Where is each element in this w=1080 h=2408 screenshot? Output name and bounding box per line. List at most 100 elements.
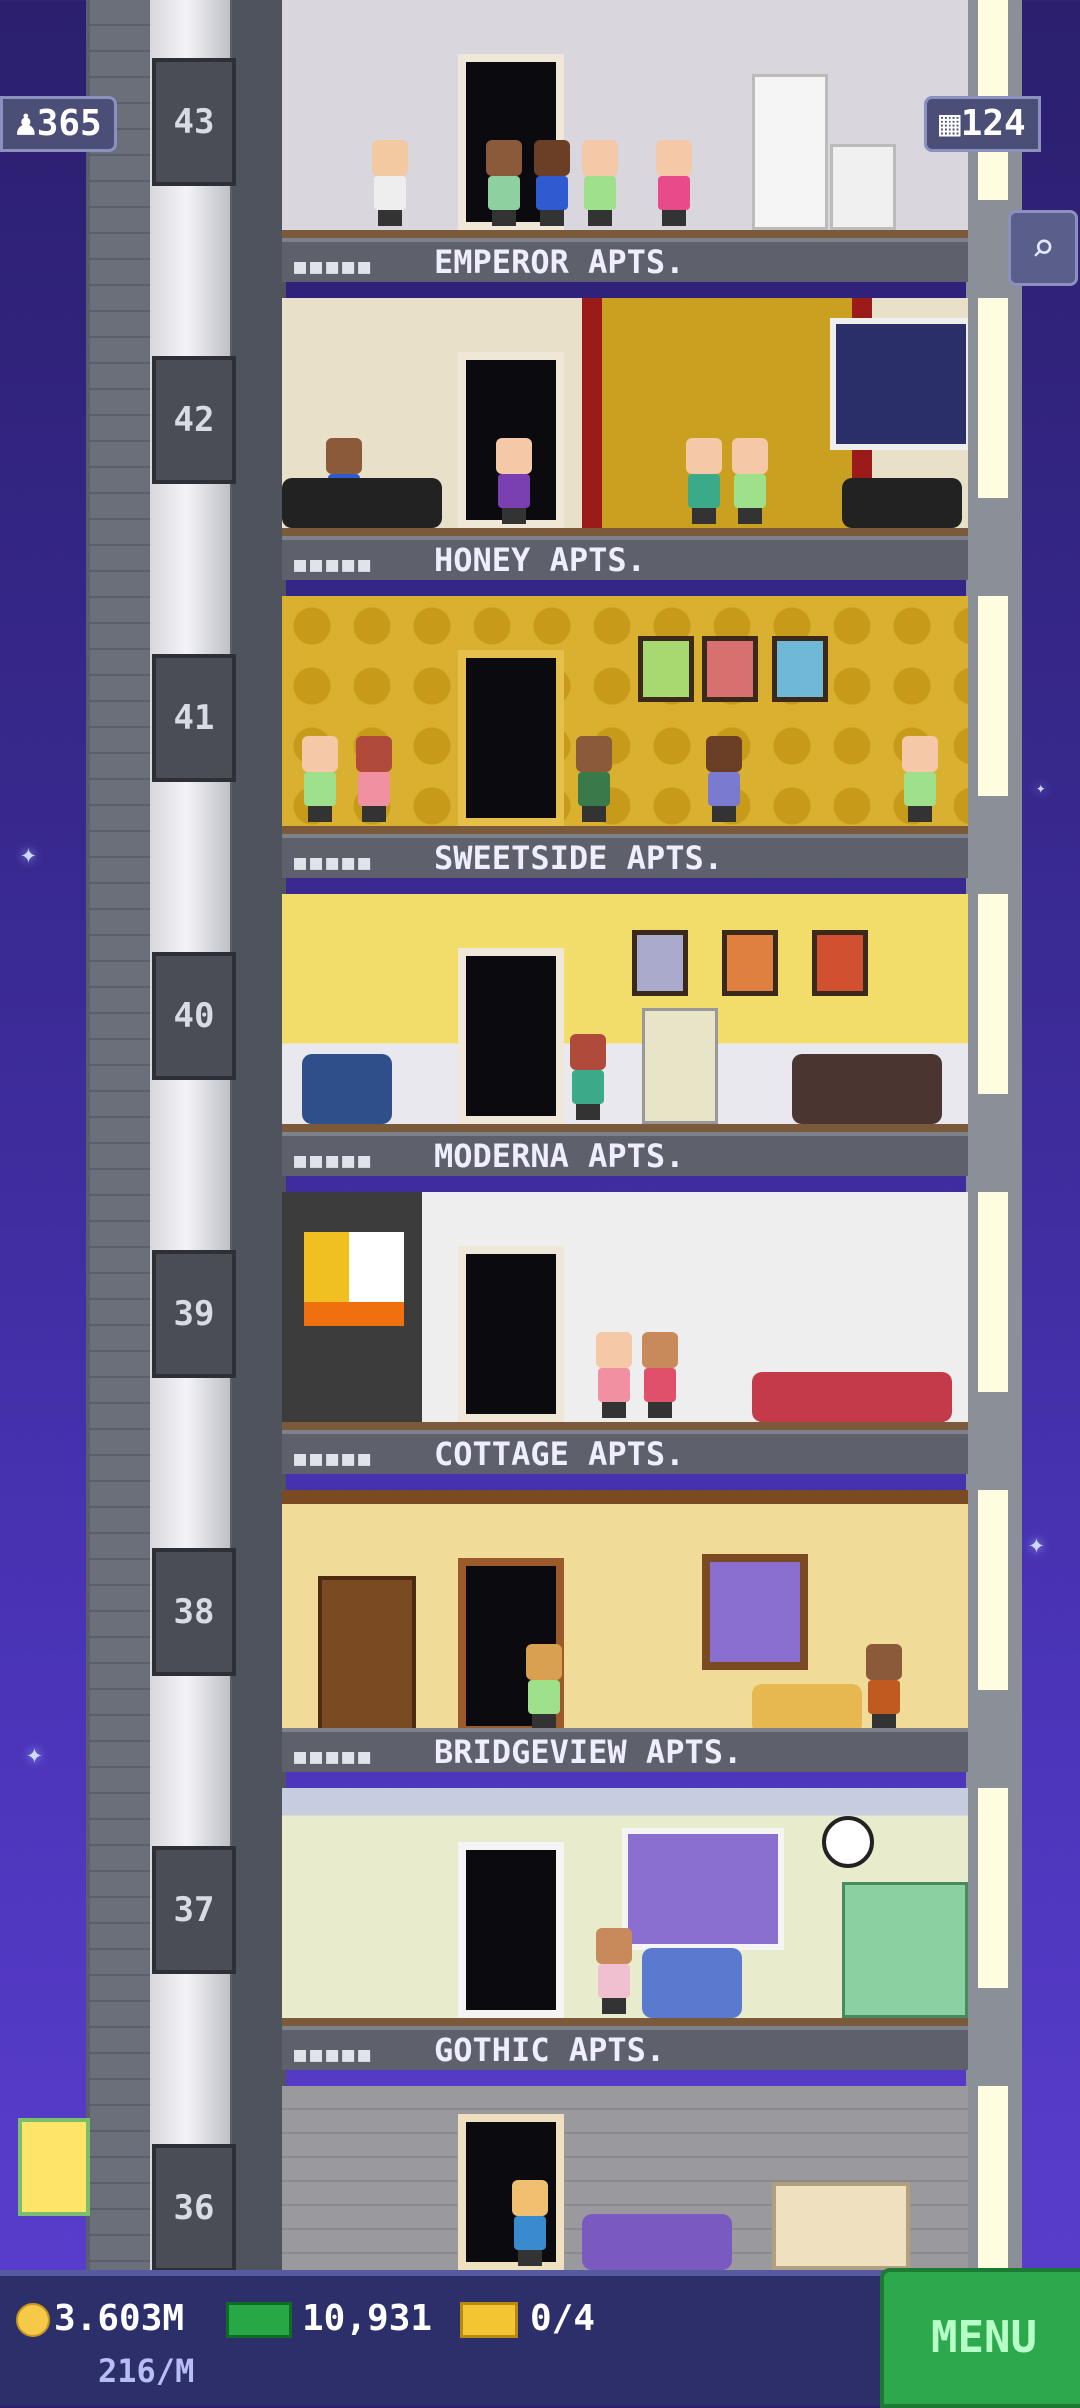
sofa (582, 2214, 732, 2270)
floor-counter[interactable]: ▦124 (924, 96, 1041, 152)
population-counter[interactable]: ♟365 (0, 96, 117, 152)
side-event-thumbnail[interactable] (18, 2118, 90, 2216)
resident[interactable] (592, 1928, 636, 2014)
floor-name: GOTHIC APTS. (434, 2031, 666, 2069)
resident[interactable] (522, 1644, 566, 1730)
floor-39[interactable]: ■■■■■ COTTAGE APTS. (282, 1192, 968, 1490)
star-icon: ✦ (20, 837, 37, 870)
resident[interactable] (592, 1332, 636, 1418)
vip-ticket-icon (460, 2302, 518, 2338)
resident[interactable] (702, 736, 746, 822)
floor-label: ■■■■■ BRIDGEVIEW APTS. (282, 1728, 968, 1772)
floor-43[interactable]: ■■■■■ EMPEROR APTS. (282, 0, 968, 298)
room-sweetside[interactable] (282, 596, 968, 834)
resident[interactable] (508, 2180, 552, 2266)
star-rating: ■■■■■ (294, 1446, 375, 1470)
star-rating: ■■■■■ (294, 552, 375, 576)
floor-36[interactable] (282, 2086, 968, 2270)
armchair (642, 1948, 742, 2018)
bookshelf (318, 1576, 416, 1734)
kitchen-cabinets (842, 1882, 968, 2018)
room-bridgeview[interactable] (282, 1490, 968, 1742)
armchair (302, 1054, 392, 1124)
population-value: 365 (36, 103, 102, 144)
resident[interactable] (492, 438, 536, 524)
resident[interactable] (578, 140, 622, 226)
sofa (752, 1684, 862, 1734)
window (622, 1828, 784, 1950)
resident[interactable] (652, 140, 696, 226)
picture-frame (772, 636, 828, 702)
star-rating: ■■■■■ (294, 1744, 375, 1768)
floor-number-43: 43 (152, 58, 236, 186)
refrigerator (752, 74, 828, 230)
floor-number-36: 36 (152, 2144, 236, 2272)
picture-frame (812, 930, 868, 996)
room-castle[interactable] (282, 2086, 968, 2270)
door (458, 1842, 564, 2018)
search-button[interactable]: ⌕ (1008, 210, 1078, 286)
resident[interactable] (728, 438, 772, 524)
sofa (752, 1372, 952, 1422)
sofa (792, 1054, 942, 1124)
coins-value: 3.603M (54, 2298, 185, 2339)
room-emperor[interactable] (282, 0, 968, 238)
sofa (842, 478, 962, 528)
resident[interactable] (530, 140, 574, 226)
floor-label: ■■■■■ COTTAGE APTS. (282, 1430, 968, 1474)
floor-name: MODERNA APTS. (434, 1137, 685, 1175)
floor-label: ■■■■■ SWEETSIDE APTS. (282, 834, 968, 878)
floor-number-37: 37 (152, 1846, 236, 1974)
floor-label: ■■■■■ MODERNA APTS. (282, 1132, 968, 1176)
tickets-counter[interactable]: 0/4 (460, 2298, 595, 2339)
window (830, 318, 968, 450)
wall-art (304, 1232, 404, 1326)
resident[interactable] (298, 736, 342, 822)
fireplace (772, 2182, 910, 2270)
door (458, 1246, 564, 1422)
room-cottage[interactable] (282, 1192, 968, 1430)
bux-value: 10,931 (302, 2298, 433, 2339)
star-rating: ■■■■■ (294, 1148, 375, 1172)
resident[interactable] (482, 140, 526, 226)
coins-counter[interactable]: 3.603M (16, 2298, 184, 2339)
resident[interactable] (638, 1332, 682, 1418)
floor-number-40: 40 (152, 952, 236, 1080)
resident[interactable] (898, 736, 942, 822)
floor-label: ■■■■■ HONEY APTS. (282, 536, 968, 580)
window (702, 1554, 808, 1670)
menu-button[interactable]: MENU (880, 2268, 1080, 2408)
resident[interactable] (572, 736, 616, 822)
floor-label: ■■■■■ GOTHIC APTS. (282, 2026, 968, 2070)
bux-counter[interactable]: 10,931 (226, 2298, 432, 2339)
floor-name: EMPEROR APTS. (434, 243, 685, 281)
person-icon: ♟ (15, 103, 37, 144)
room-moderna[interactable] (282, 894, 968, 1132)
resident[interactable] (682, 438, 726, 524)
tower-bux-icon (226, 2302, 292, 2338)
tower-right-wall (966, 0, 1022, 2270)
floor-42[interactable]: ■■■■■ HONEY APTS. (282, 298, 968, 596)
shaft-frame (232, 0, 286, 2270)
star-icon: ✦ (1036, 778, 1046, 797)
star-rating: ■■■■■ (294, 2042, 375, 2066)
resident[interactable] (566, 1034, 610, 1120)
room-gothic[interactable] (282, 1788, 968, 2026)
resident[interactable] (368, 140, 412, 226)
floor-40[interactable]: ■■■■■ MODERNA APTS. (282, 894, 968, 1192)
tickets-value: 0/4 (530, 2298, 596, 2339)
star-icon: ✦ (1028, 1527, 1045, 1560)
resident[interactable] (352, 736, 396, 822)
elevator-rail (90, 0, 150, 2270)
floor-41[interactable]: ■■■■■ SWEETSIDE APTS. (282, 596, 968, 894)
resident[interactable] (862, 1644, 906, 1730)
floor-37[interactable]: ■■■■■ GOTHIC APTS. (282, 1788, 968, 2086)
door (458, 650, 564, 826)
clock-icon (822, 1816, 874, 1868)
floor-label: ■■■■■ EMPEROR APTS. (282, 238, 968, 282)
room-honey[interactable] (282, 298, 968, 536)
coin-icon (16, 2303, 50, 2337)
floor-number-39: 39 (152, 1250, 236, 1378)
floor-number-41: 41 (152, 654, 236, 782)
floor-38[interactable]: ■■■■■ BRIDGEVIEW APTS. (282, 1490, 968, 1788)
